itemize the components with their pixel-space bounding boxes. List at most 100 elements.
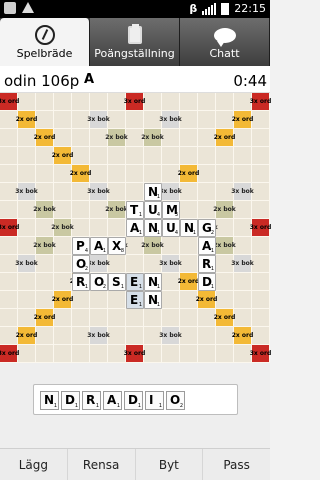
board-square[interactable] [162, 309, 180, 327]
board-square[interactable] [144, 165, 162, 183]
board-square[interactable] [54, 183, 72, 201]
letter-tile[interactable]: U4 [162, 219, 180, 237]
board-square[interactable] [252, 237, 270, 255]
premium-square[interactable]: 3x bok [159, 183, 182, 201]
board-square[interactable] [18, 291, 36, 309]
premium-square[interactable]: 3x bok [87, 327, 110, 345]
board-square[interactable] [126, 165, 144, 183]
swap-button[interactable]: Byt [136, 449, 204, 480]
board-square[interactable] [234, 147, 252, 165]
premium-square[interactable]: 2x bok [33, 237, 56, 255]
board-square[interactable] [72, 201, 90, 219]
letter-tile[interactable]: A1 [198, 237, 216, 255]
premium-square[interactable]: 3x ord [0, 219, 19, 237]
board-square[interactable] [0, 291, 18, 309]
board-square[interactable] [72, 309, 90, 327]
board-square[interactable] [252, 309, 270, 327]
board-square[interactable] [216, 93, 234, 111]
letter-tile[interactable]: P4 [72, 237, 90, 255]
board-square[interactable] [216, 291, 234, 309]
board-square[interactable] [180, 255, 198, 273]
board-square[interactable] [234, 237, 252, 255]
premium-square[interactable]: 2x ord [178, 165, 199, 183]
board-square[interactable] [162, 129, 180, 147]
board-square[interactable] [90, 219, 108, 237]
board-square[interactable] [108, 255, 126, 273]
board-square[interactable] [144, 309, 162, 327]
premium-square[interactable]: 2x bok [141, 237, 164, 255]
premium-square[interactable]: 3x bok [87, 183, 110, 201]
board-square[interactable] [72, 93, 90, 111]
premium-square[interactable]: 2x bok [213, 201, 236, 219]
board-square[interactable] [252, 327, 270, 345]
board-square[interactable] [90, 345, 108, 363]
rack-tile[interactable]: R1 [82, 391, 101, 410]
board-square[interactable] [18, 93, 36, 111]
board-square[interactable] [180, 237, 198, 255]
premium-square[interactable]: 3x ord [250, 93, 271, 111]
board-square[interactable] [108, 147, 126, 165]
board-square[interactable] [54, 327, 72, 345]
board-square[interactable] [126, 255, 144, 273]
premium-square[interactable]: 3x ord [250, 219, 271, 237]
rack-tile[interactable]: O2 [166, 391, 185, 410]
board-square[interactable] [234, 165, 252, 183]
board-square[interactable] [108, 219, 126, 237]
premium-square[interactable]: 3x ord [0, 93, 19, 111]
board-square[interactable] [234, 129, 252, 147]
premium-square[interactable]: 3x ord [250, 345, 271, 363]
board-square[interactable] [54, 111, 72, 129]
rack-tile[interactable]: D1 [124, 391, 143, 410]
letter-tile[interactable]: O2 [90, 273, 108, 291]
letter-tile[interactable]: T1 [126, 201, 144, 219]
board-square[interactable] [252, 147, 270, 165]
premium-square[interactable]: 2x ord [16, 327, 37, 345]
board-square[interactable] [108, 165, 126, 183]
board-square[interactable] [36, 111, 54, 129]
board-square[interactable] [126, 309, 144, 327]
board-square[interactable] [54, 255, 72, 273]
board-square[interactable] [0, 201, 18, 219]
board-square[interactable] [126, 183, 144, 201]
board-square[interactable] [144, 147, 162, 165]
board-square[interactable] [90, 309, 108, 327]
letter-tile[interactable]: R1 [198, 255, 216, 273]
pass-button[interactable]: Pass [203, 449, 270, 480]
board-square[interactable] [90, 291, 108, 309]
premium-square[interactable]: 3x bok [159, 111, 182, 129]
premium-square[interactable]: 2x ord [232, 327, 253, 345]
board-square[interactable] [252, 165, 270, 183]
premium-square[interactable]: 2x ord [34, 309, 55, 327]
board-square[interactable] [162, 93, 180, 111]
premium-square[interactable]: 3x bok [87, 255, 110, 273]
board-square[interactable] [90, 93, 108, 111]
board-square[interactable] [180, 309, 198, 327]
premium-square[interactable]: 2x bok [105, 201, 128, 219]
board-square[interactable] [36, 165, 54, 183]
letter-tile[interactable]: N1 [180, 219, 198, 237]
board-square[interactable] [198, 327, 216, 345]
board-square[interactable] [180, 111, 198, 129]
letter-tile[interactable]: U4 [144, 201, 162, 219]
tab-poangstallning[interactable]: Poängställning [90, 18, 180, 66]
letter-tile[interactable]: E1 [126, 291, 144, 309]
premium-square[interactable]: 2x bok [141, 129, 164, 147]
board-square[interactable] [252, 273, 270, 291]
premium-square[interactable]: 2x bok [213, 237, 236, 255]
premium-square[interactable]: 2x ord [214, 129, 235, 147]
board-square[interactable] [54, 93, 72, 111]
board-square[interactable] [108, 111, 126, 129]
board-square[interactable] [126, 327, 144, 345]
place-button[interactable]: Lägg [0, 449, 68, 480]
board-square[interactable] [0, 147, 18, 165]
board-square[interactable] [54, 345, 72, 363]
letter-tile[interactable]: D1 [198, 273, 216, 291]
board-square[interactable] [108, 309, 126, 327]
premium-square[interactable]: 2x ord [16, 111, 37, 129]
premium-square[interactable]: 2x bok [51, 219, 74, 237]
premium-square[interactable]: 2x ord [70, 165, 91, 183]
board-square[interactable] [198, 183, 216, 201]
letter-rack[interactable]: N1D1R1A1D1I1O2 [33, 384, 238, 415]
premium-square[interactable]: 2x ord [214, 309, 235, 327]
board-square[interactable] [18, 165, 36, 183]
